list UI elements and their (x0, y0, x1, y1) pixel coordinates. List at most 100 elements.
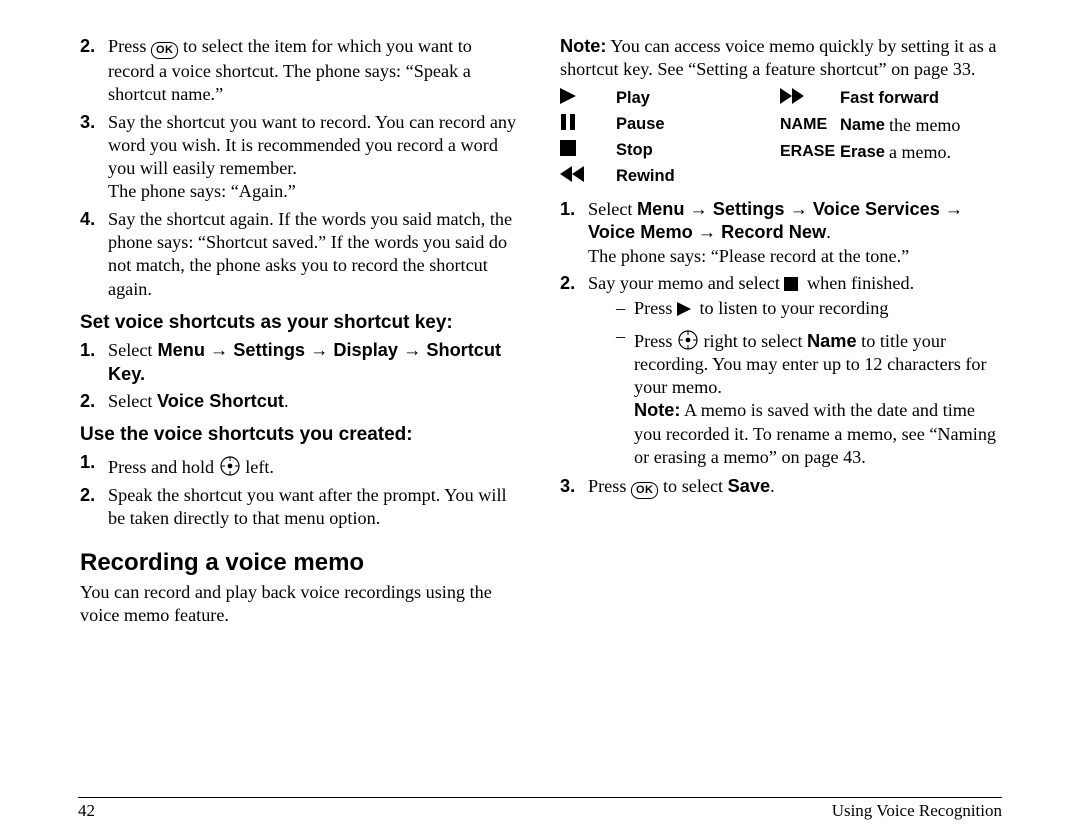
strong-text: Save (728, 476, 770, 496)
step-number: 3. (560, 475, 588, 500)
ok-icon: OK (151, 42, 179, 59)
list-item: 2. Select Voice Shortcut. (80, 390, 520, 413)
page-number: 42 (78, 801, 95, 821)
footer: 42 Using Voice Recognition (78, 797, 1002, 821)
icon-table: Play Pause Stop Rewind (560, 88, 1000, 192)
text: Select (588, 199, 632, 219)
right-list: 1. Select Menu → Settings → Voice Servic… (560, 198, 1000, 500)
ok-icon: OK (631, 482, 659, 499)
text: The phone says: “Again.” (108, 181, 296, 201)
step-body: Press and hold left. (108, 451, 520, 479)
paragraph: You can record and play back voice recor… (80, 581, 520, 628)
menu-path: Menu → Settings → Voice Services → Voice… (588, 199, 963, 242)
step-body: Press OK to select the item for which yo… (108, 35, 520, 107)
left-list-3: 1. Press and hold left. 2. Speak the sho… (80, 451, 520, 530)
list-item: 2. Say your memo and select when finishe… (560, 272, 1000, 471)
list-item: 3. Say the shortcut you want to record. … (80, 111, 520, 204)
text: Say your memo and select (588, 273, 780, 293)
menu-path: Menu → Settings → Display → Shortcut Key… (108, 340, 501, 383)
text: to select (663, 476, 723, 496)
text: right to select (704, 331, 803, 351)
step-body: Select Menu → Settings → Voice Services … (588, 198, 1000, 268)
step-number: 2. (80, 484, 108, 531)
text: the memo (889, 114, 960, 137)
text: when finished. (807, 273, 914, 293)
dash: – (616, 297, 634, 322)
step-number: 2. (560, 272, 588, 471)
icon-row-rewind: Rewind (560, 166, 780, 188)
step-number: 3. (80, 111, 108, 204)
text: Press right to select Name to title your… (634, 325, 1000, 470)
step-body: Speak the shortcut you want after the pr… (108, 484, 520, 531)
icon-label: Pause (616, 114, 665, 135)
columns: 2. Press OK to select the item for which… (80, 35, 1000, 795)
dash: – (616, 325, 634, 470)
text: Press (634, 298, 672, 318)
icon-row-erase: ERASE Erase a memo. (780, 141, 1000, 164)
step-number: 1. (560, 198, 588, 268)
text: Say the shortcut you want to record. You… (108, 112, 516, 179)
play-icon (560, 88, 616, 110)
step-body: Select Menu → Settings → Display → Short… (108, 339, 520, 386)
text: to listen to your recording (700, 298, 889, 318)
step-number: 1. (80, 451, 108, 479)
page: 2. Press OK to select the item for which… (0, 0, 1080, 839)
list-item: 1. Select Menu → Settings → Display → Sh… (80, 339, 520, 386)
play-icon (677, 299, 695, 322)
nav-icon (677, 329, 699, 351)
icon-label: Fast forward (840, 88, 939, 109)
step-body: Say the shortcut you want to record. You… (108, 111, 520, 204)
icon-label: Stop (616, 140, 653, 161)
dash-item: – Press right to select Name to title yo… (616, 325, 1000, 470)
heading-recording: Recording a voice memo (80, 548, 520, 579)
nav-icon (219, 455, 241, 477)
left-list-2: 1. Select Menu → Settings → Display → Sh… (80, 339, 520, 413)
dash-item: – Press to listen to your recording (616, 297, 1000, 322)
list-item: 2. Speak the shortcut you want after the… (80, 484, 520, 531)
list-item: 1. Press and hold left. (80, 451, 520, 479)
text: Press to listen to your recording (634, 297, 888, 322)
strong-text: Voice Shortcut (157, 391, 284, 411)
stop-icon (560, 140, 616, 162)
step-body: Select Voice Shortcut. (108, 390, 520, 413)
note-label: Note: (560, 36, 606, 56)
rewind-icon (560, 166, 616, 188)
stop-icon (784, 274, 802, 297)
text: Press (634, 331, 672, 351)
icon-row-ff: Fast forward (780, 88, 1000, 110)
step-number: 2. (80, 390, 108, 413)
list-item: 3. Press OK to select Save. (560, 475, 1000, 500)
right-column: Note: You can access voice memo quickly … (560, 35, 1000, 795)
left-list-1: 2. Press OK to select the item for which… (80, 35, 520, 301)
icon-label: Play (616, 88, 650, 109)
list-item: 1. Select Menu → Settings → Voice Servic… (560, 198, 1000, 268)
subheading-use-shortcuts: Use the voice shortcuts you created: (80, 423, 520, 447)
icon-label: Name (840, 115, 885, 136)
icon-row-stop: Stop (560, 140, 780, 162)
step-number: 2. (80, 35, 108, 107)
text: a memo. (889, 141, 951, 164)
note-label: Note: (634, 400, 680, 420)
fast-forward-icon (780, 88, 840, 110)
icon-row-name: NAME Name the memo (780, 114, 1000, 137)
section-title: Using Voice Recognition (832, 801, 1002, 821)
list-item: 4. Say the shortcut again. If the words … (80, 208, 520, 301)
erase-text-icon: ERASE (780, 142, 840, 162)
text: Select (108, 340, 152, 360)
icon-col-left: Play Pause Stop Rewind (560, 88, 780, 192)
text: Press (588, 476, 626, 496)
text: left. (245, 457, 274, 477)
text: You can access voice memo quickly by set… (560, 36, 996, 79)
text: Say the shortcut again. If the words you… (108, 209, 512, 299)
icon-label: Rewind (616, 166, 675, 187)
text: A memo is saved with the date and time y… (634, 400, 996, 467)
note-paragraph: Note: You can access voice memo quickly … (560, 35, 1000, 82)
icon-col-right: Fast forward NAME Name the memo ERASE Er… (780, 88, 1000, 192)
icon-row-play: Play (560, 88, 780, 110)
step-body: Say your memo and select when finished. … (588, 272, 1000, 471)
step-number: 1. (80, 339, 108, 386)
subheading-set-shortcuts: Set voice shortcuts as your shortcut key… (80, 311, 520, 335)
dash-list: – Press to listen to your recording – (588, 297, 1000, 469)
text: Speak the shortcut you want after the pr… (108, 485, 507, 528)
list-item: 2. Press OK to select the item for which… (80, 35, 520, 107)
